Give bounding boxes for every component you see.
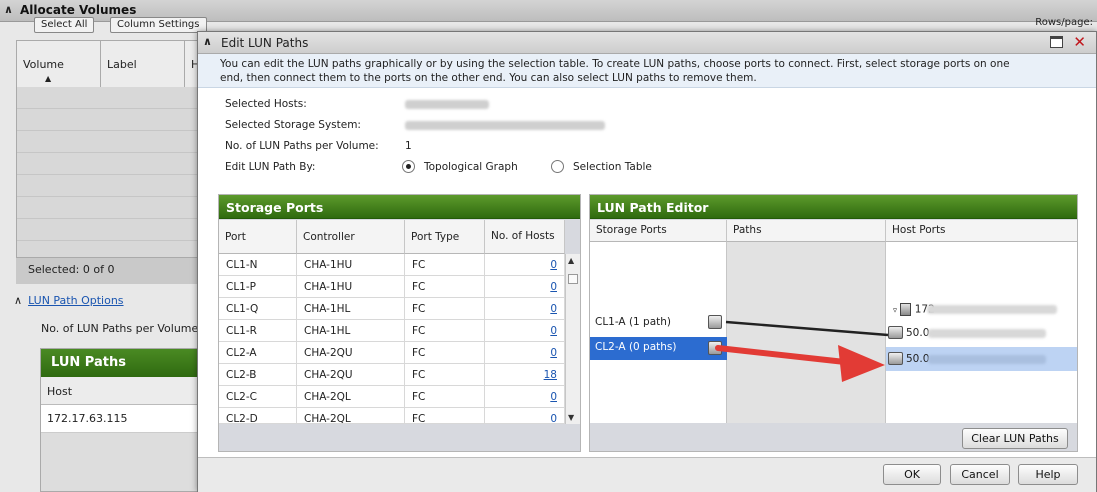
selection-table-radio[interactable] bbox=[551, 160, 564, 173]
annotation-arrow-head bbox=[838, 345, 885, 382]
selected-count: Selected: 0 of 0 bbox=[16, 258, 198, 284]
table-row bbox=[17, 153, 199, 175]
paths-per-volume-value: 1 bbox=[405, 140, 412, 152]
scroll-thumb[interactable] bbox=[568, 274, 578, 284]
hosts-count-link[interactable]: 18 bbox=[485, 364, 565, 386]
collapse-chevron-icon[interactable]: ∧ bbox=[203, 35, 212, 48]
table-row[interactable]: CL1-Q CHA-1HL FC 0 bbox=[219, 298, 565, 320]
storage-ports-title: Storage Ports bbox=[219, 195, 580, 219]
table-row[interactable]: CL2-A CHA-2QU FC 0 bbox=[219, 342, 565, 364]
scroll-up-icon[interactable]: ▲ bbox=[568, 256, 574, 265]
collapse-chevron-icon[interactable]: ∧ bbox=[14, 294, 22, 307]
table-row[interactable]: CL2-B CHA-2QU FC 18 bbox=[219, 364, 565, 386]
path-graph bbox=[715, 320, 889, 382]
topological-graph-label[interactable]: Topological Graph bbox=[424, 161, 518, 173]
ok-button[interactable]: OK bbox=[883, 464, 941, 485]
select-all-button[interactable]: Select All bbox=[34, 17, 95, 33]
col-no-of-hosts[interactable]: No. of Hosts bbox=[485, 220, 565, 254]
col-volume[interactable]: Volume ▲ bbox=[17, 41, 101, 87]
edit-lun-paths-dialog: ∧ Edit LUN Paths ✕ You can edit the LUN … bbox=[197, 31, 1097, 492]
maximize-icon[interactable] bbox=[1050, 36, 1063, 48]
lun-paths-per-volume-label: No. of LUN Paths per Volume bbox=[41, 322, 199, 335]
dialog-description: You can edit the LUN paths graphically o… bbox=[198, 54, 1096, 88]
selection-table-label[interactable]: Selection Table bbox=[573, 161, 652, 173]
table-row[interactable]: CL1-R CHA-1HL FC 0 bbox=[219, 320, 565, 342]
clear-lun-paths-button[interactable]: Clear LUN Paths bbox=[962, 428, 1068, 449]
col-controller[interactable]: Controller bbox=[297, 220, 405, 254]
cancel-button[interactable]: Cancel bbox=[950, 464, 1010, 485]
table-row[interactable]: CL1-P CHA-1HU FC 0 bbox=[219, 276, 565, 298]
table-row bbox=[17, 219, 199, 241]
scroll-down-icon[interactable]: ▼ bbox=[568, 413, 574, 422]
collapse-chevron-icon[interactable]: ∧ bbox=[4, 3, 13, 16]
dialog-title: Edit LUN Paths bbox=[221, 36, 309, 50]
dialog-titlebar[interactable]: ∧ Edit LUN Paths ✕ bbox=[198, 32, 1096, 54]
col-label[interactable]: Label bbox=[101, 41, 185, 87]
table-row[interactable]: CL2-C CHA-2QL FC 0 bbox=[219, 386, 565, 408]
lun-paths-title: LUN Paths bbox=[41, 349, 197, 377]
table-row bbox=[17, 175, 199, 197]
table-row bbox=[17, 131, 199, 153]
help-button[interactable]: Help bbox=[1018, 464, 1078, 485]
storage-ports-panel: Storage Ports Port Controller Port Type … bbox=[218, 194, 581, 452]
storage-ports-scrollbar[interactable]: ▲ ▼ bbox=[565, 254, 580, 424]
hosts-count-link[interactable]: 0 bbox=[485, 298, 565, 320]
lun-path-options: ∧ LUN Path Options bbox=[14, 294, 124, 307]
selected-storage-value-redacted bbox=[405, 121, 605, 130]
lun-path-options-link[interactable]: LUN Path Options bbox=[28, 294, 123, 307]
lun-paths-row[interactable]: 172.17.63.115 bbox=[41, 405, 197, 433]
selected-hosts-value-redacted bbox=[405, 100, 489, 109]
table-row bbox=[17, 109, 199, 131]
sort-asc-icon: ▲ bbox=[45, 74, 52, 83]
table-row bbox=[17, 87, 199, 109]
lun-paths-panel: LUN Paths Host 172.17.63.115 bbox=[40, 348, 198, 492]
table-row[interactable]: CL2-D CHA-2QL FC 0 bbox=[219, 408, 565, 424]
hosts-count-link[interactable]: 0 bbox=[485, 408, 565, 423]
rows-per-page-label: Rows/page: bbox=[1035, 17, 1093, 28]
volumes-table: Volume ▲ Label H bbox=[16, 40, 199, 258]
topological-graph-radio[interactable] bbox=[402, 160, 415, 173]
close-icon[interactable]: ✕ bbox=[1073, 33, 1086, 51]
window-title: Allocate Volumes bbox=[20, 3, 137, 17]
col-port[interactable]: Port bbox=[219, 220, 297, 254]
hosts-count-link[interactable]: 0 bbox=[485, 320, 565, 342]
selected-hosts-label: Selected Hosts: bbox=[225, 98, 307, 110]
lun-paths-host-col: Host bbox=[41, 377, 197, 405]
hosts-count-link[interactable]: 0 bbox=[485, 342, 565, 364]
lun-path-line[interactable] bbox=[725, 320, 889, 337]
paths-per-volume-label: No. of LUN Paths per Volume: bbox=[225, 140, 379, 152]
table-row bbox=[17, 197, 199, 219]
hosts-count-link[interactable]: 0 bbox=[485, 276, 565, 298]
annotation-arrow-shaft bbox=[715, 345, 848, 365]
column-settings-button[interactable]: Column Settings bbox=[110, 17, 207, 33]
col-port-type[interactable]: Port Type bbox=[405, 220, 485, 254]
lun-path-editor-panel: LUN Path Editor Storage Ports Paths Host… bbox=[589, 194, 1078, 452]
dialog-footer: OK Cancel Help bbox=[198, 457, 1096, 492]
edit-by-label: Edit LUN Path By: bbox=[225, 161, 316, 173]
hosts-count-link[interactable]: 0 bbox=[485, 386, 565, 408]
hosts-count-link[interactable]: 0 bbox=[485, 254, 565, 276]
selected-storage-label: Selected Storage System: bbox=[225, 119, 361, 131]
table-row[interactable]: CL1-N CHA-1HU FC 0 bbox=[219, 254, 565, 276]
